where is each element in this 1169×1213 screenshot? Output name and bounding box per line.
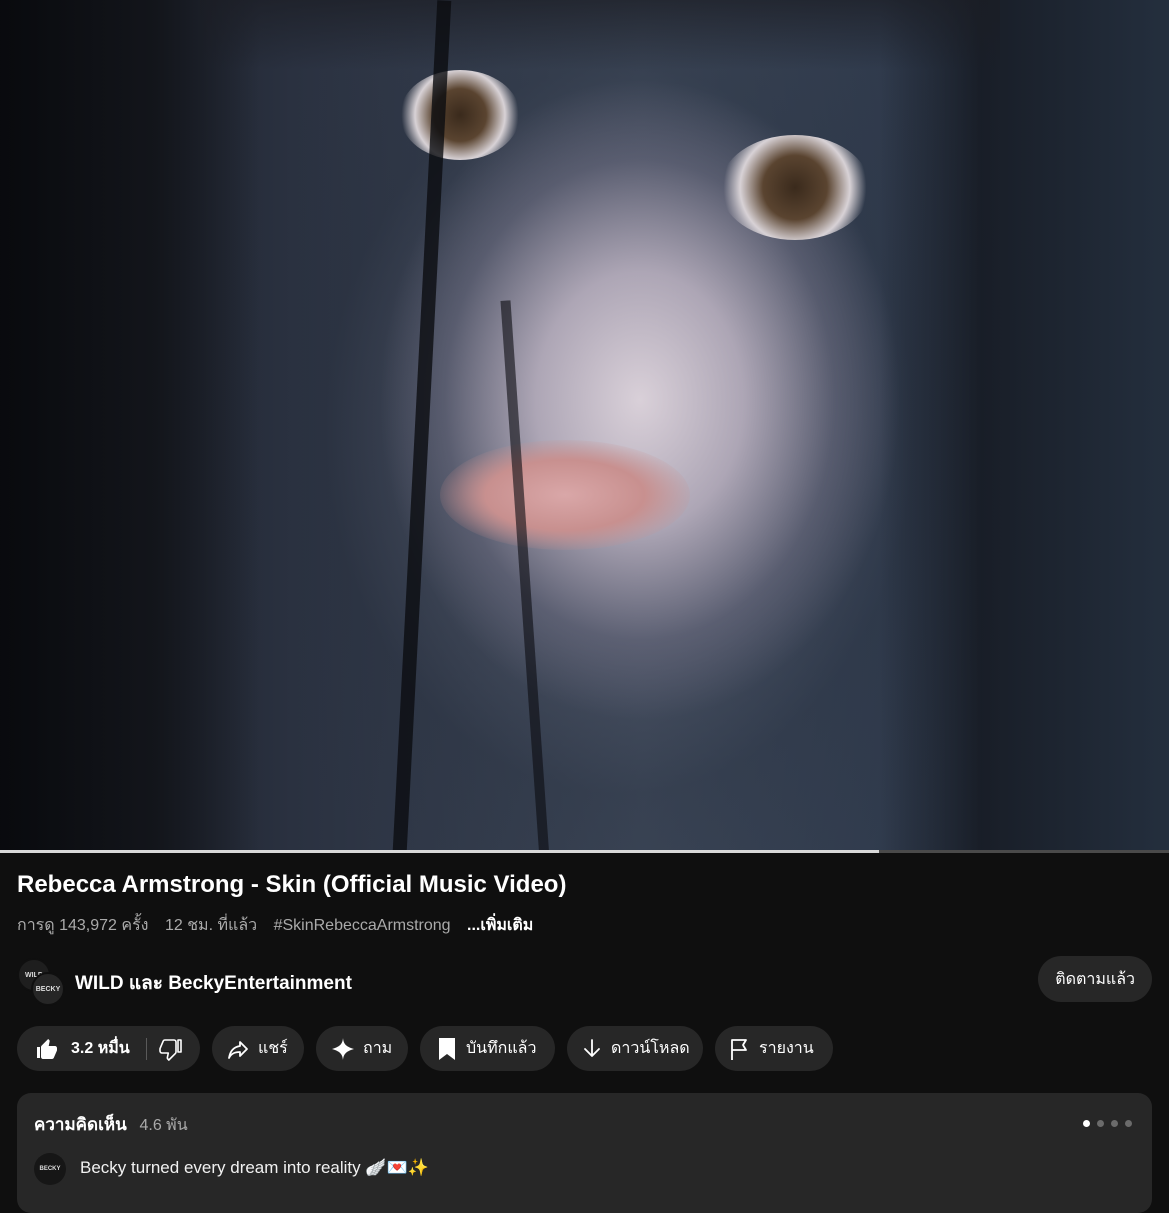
flag-icon <box>729 1037 751 1061</box>
video-frame-hair-right <box>880 0 1169 852</box>
subscribed-button[interactable]: ติดตามแล้ว <box>1038 956 1152 1002</box>
like-dislike-group: 3.2 หมื่น <box>17 1026 200 1071</box>
comment-text: Becky turned every dream into reality 🪽💌… <box>80 1158 429 1177</box>
ask-label: ถาม <box>363 1040 393 1057</box>
like-count[interactable]: 3.2 หมื่น <box>71 1036 130 1061</box>
pagination-dot <box>1111 1120 1118 1127</box>
share-button[interactable]: แชร์ <box>212 1026 304 1071</box>
channel-row: WILD BECKY WILD และ BeckyEntertainment ต… <box>17 956 1152 1006</box>
video-progress-bar[interactable] <box>0 850 1169 853</box>
pagination-dot <box>1083 1120 1090 1127</box>
comments-pagination-dots <box>1076 1114 1132 1132</box>
save-label: บันทึกแล้ว <box>466 1040 537 1057</box>
video-progress-fill <box>0 850 879 853</box>
report-label: รายงาน <box>759 1040 814 1057</box>
video-metadata[interactable]: การดู 143,972 ครั้ง 12 ชม. ที่แล้ว #Skin… <box>17 913 545 938</box>
comment-avatar: BECKY <box>34 1153 66 1185</box>
video-title: Rebecca Armstrong - Skin (Official Music… <box>17 871 567 898</box>
video-frame-hair-top <box>200 0 1000 70</box>
comments-header: ความคิดเห็น 4.6 พัน <box>34 1111 188 1138</box>
ask-button[interactable]: ถาม <box>316 1026 408 1071</box>
hashtag-link[interactable]: #SkinRebeccaArmstrong <box>274 917 451 934</box>
video-frame-eye-left <box>400 70 520 160</box>
video-player[interactable] <box>0 0 1169 852</box>
avatar-becky: BECKY <box>31 972 65 1006</box>
sparkle-icon <box>331 1037 355 1061</box>
comments-count: 4.6 พัน <box>139 1117 188 1134</box>
share-label: แชร์ <box>258 1040 288 1057</box>
report-button[interactable]: รายงาน <box>715 1026 833 1071</box>
share-arrow-icon <box>226 1037 250 1061</box>
channel-name[interactable]: WILD และ BeckyEntertainment <box>75 968 352 998</box>
comments-card[interactable]: ความคิดเห็น 4.6 พัน BECKY Becky turned e… <box>17 1093 1152 1213</box>
thumbs-down-icon[interactable] <box>158 1037 183 1061</box>
video-frame-hair-strand-2 <box>500 300 550 852</box>
video-frame-hair-left <box>0 0 260 852</box>
video-frame-lips <box>440 440 690 550</box>
show-more-link[interactable]: ...เพิ่มเติม <box>467 917 533 934</box>
channel-avatars[interactable]: WILD BECKY <box>17 958 65 1006</box>
comments-title: ความคิดเห็น <box>34 1115 127 1134</box>
subscribed-label: ติดตามแล้ว <box>1055 970 1135 988</box>
pagination-dot <box>1125 1120 1132 1127</box>
view-count: การดู 143,972 ครั้ง <box>17 917 149 934</box>
download-label: ดาวน์โหลด <box>611 1040 690 1057</box>
upload-time: 12 ชม. ที่แล้ว <box>164 917 258 934</box>
download-button[interactable]: ดาวน์โหลด <box>567 1026 703 1071</box>
bookmark-icon <box>436 1037 458 1061</box>
download-arrow-icon <box>581 1037 603 1061</box>
video-frame-eye-right <box>720 135 870 240</box>
like-divider <box>145 1037 147 1060</box>
pagination-dot <box>1097 1120 1104 1127</box>
thumbs-up-icon[interactable] <box>35 1037 59 1061</box>
save-button[interactable]: บันทึกแล้ว <box>420 1026 555 1071</box>
